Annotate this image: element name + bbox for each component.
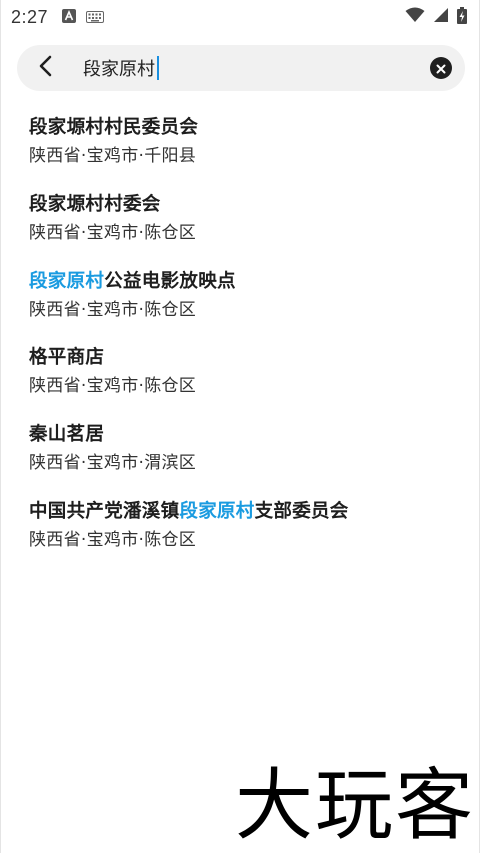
result-address: 陕西省·宝鸡市·陈仓区 xyxy=(29,222,197,243)
result-address: 陕西省·宝鸡市·陈仓区 xyxy=(29,376,197,397)
result-title: 中国共产党潘溪镇段家原村支部委员会 xyxy=(29,500,349,522)
result-title: 段家塬村村委会 xyxy=(29,193,161,215)
result-item[interactable]: 段家原村公益电影放映点 陕西省·宝鸡市·陈仓区 xyxy=(29,268,469,345)
search-results-list: 段家塬村村民委员会 陕西省·宝鸡市·千阳县 段家塬村村委会 陕西省·宝鸡市·陈仓… xyxy=(29,114,469,575)
result-address: 陕西省·宝鸡市·渭滨区 xyxy=(29,453,197,474)
result-item[interactable]: 段家塬村村委会 陕西省·宝鸡市·陈仓区 xyxy=(29,191,469,268)
result-address: 陕西省·宝鸡市·陈仓区 xyxy=(29,299,197,320)
app-screen: 2:27 段家原村 段家塬村村民委员会 陕西省·宝鸡市·千阳县 段家塬村村委会 … xyxy=(0,0,480,853)
text-caret xyxy=(157,56,159,80)
back-button[interactable] xyxy=(21,45,69,91)
result-title: 段家原村公益电影放映点 xyxy=(29,270,236,292)
status-time: 2:27 xyxy=(11,6,49,27)
result-item[interactable]: 中国共产党潘溪镇段家原村支部委员会 陕西省·宝鸡市·陈仓区 xyxy=(29,498,469,575)
wifi-icon xyxy=(405,7,425,27)
clear-search-button[interactable] xyxy=(430,57,452,79)
search-input[interactable]: 段家原村 xyxy=(83,55,430,81)
search-query-text: 段家原村 xyxy=(83,59,155,80)
result-item[interactable]: 秦山茗居 陕西省·宝鸡市·渭滨区 xyxy=(29,421,469,498)
search-bar: 段家原村 xyxy=(17,45,465,91)
watermark-logo: 大玩客 xyxy=(234,761,475,851)
chevron-left-icon xyxy=(38,55,52,81)
battery-charging-icon xyxy=(457,6,467,28)
keyboard-icon xyxy=(86,8,105,27)
result-item[interactable]: 段家塬村村民委员会 陕西省·宝鸡市·千阳县 xyxy=(29,114,469,191)
result-address: 陕西省·宝鸡市·千阳县 xyxy=(29,146,197,166)
highlighted-match: 段家原村 xyxy=(29,270,105,292)
signal-icon xyxy=(433,7,449,27)
result-address: 陕西省·宝鸡市·陈仓区 xyxy=(29,529,197,550)
highlighted-match: 段家原村 xyxy=(179,500,255,522)
result-title: 格平商店 xyxy=(29,347,105,369)
close-icon xyxy=(436,59,446,78)
status-bar: 2:27 xyxy=(1,0,479,34)
result-title: 秦山茗居 xyxy=(29,424,105,446)
result-title: 段家塬村村民委员会 xyxy=(29,117,199,138)
result-item[interactable]: 格平商店 陕西省·宝鸡市·陈仓区 xyxy=(29,344,469,421)
a-notification-icon xyxy=(62,8,77,27)
